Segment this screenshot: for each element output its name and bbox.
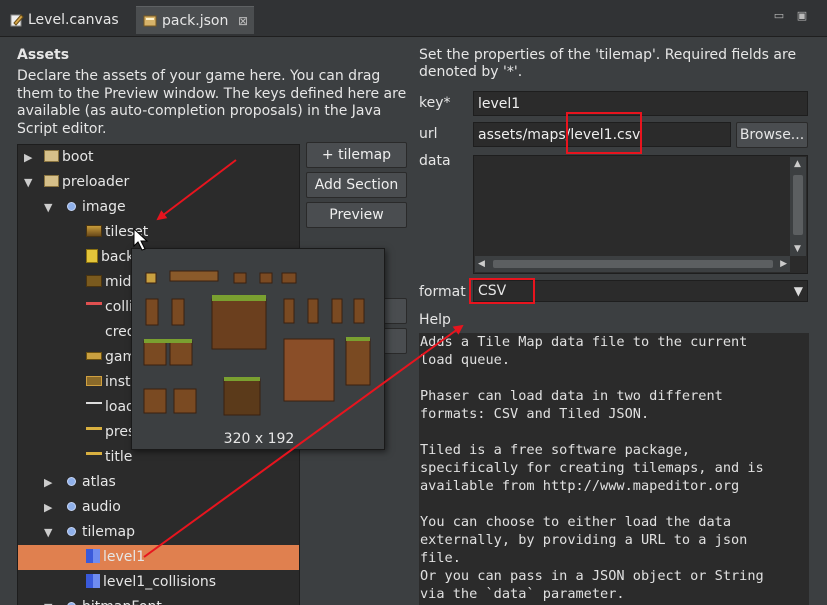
image-icon bbox=[86, 275, 102, 287]
horizontal-scrollbar[interactable]: ◀ ▶ bbox=[475, 256, 790, 272]
tree-item-tilemap[interactable]: tilemap bbox=[67, 520, 135, 545]
preview-button[interactable]: Preview bbox=[306, 202, 407, 228]
expanded-arrow-icon[interactable]: ▼ bbox=[44, 201, 52, 214]
tree-item-audio[interactable]: audio bbox=[67, 495, 121, 520]
scroll-left-icon[interactable]: ◀ bbox=[478, 259, 485, 269]
image-icon bbox=[86, 426, 102, 430]
json-file-icon bbox=[143, 15, 157, 27]
tab-label: Level.canvas bbox=[28, 12, 119, 28]
tree-item-instr[interactable]: instr bbox=[86, 370, 136, 395]
collapsed-arrow-icon[interactable]: ▶ bbox=[44, 501, 52, 514]
tree-label: title bbox=[105, 449, 133, 465]
annotation-box-url bbox=[566, 112, 642, 154]
tree-item-pres[interactable]: pres bbox=[86, 420, 135, 445]
tree-label: audio bbox=[82, 499, 121, 515]
tree-label: colli bbox=[105, 299, 133, 315]
package-icon bbox=[44, 150, 59, 162]
scroll-right-icon[interactable]: ▶ bbox=[780, 259, 787, 269]
tree-label: back bbox=[101, 249, 135, 265]
image-icon bbox=[86, 402, 102, 404]
tree-label: tileset bbox=[105, 224, 149, 240]
scrollbar-thumb[interactable] bbox=[493, 260, 773, 268]
help-text: Adds a Tile Map data file to the current… bbox=[419, 333, 809, 605]
image-icon bbox=[86, 376, 102, 386]
tree-item-boot[interactable]: boot bbox=[44, 145, 94, 170]
tree-label: image bbox=[82, 199, 126, 215]
tree-item-gam[interactable]: gam bbox=[86, 345, 136, 370]
section-icon bbox=[67, 501, 76, 511]
tree-item-level1[interactable]: level1 bbox=[18, 545, 299, 570]
tree-item-level1-collisions[interactable]: level1_collisions bbox=[86, 570, 216, 595]
collapsed-arrow-icon[interactable]: ▶ bbox=[44, 476, 52, 489]
tree-item-bitmapfont[interactable]: bitmapFont bbox=[67, 595, 162, 605]
tree-label: tilemap bbox=[82, 524, 135, 540]
tree-label: atlas bbox=[82, 474, 116, 490]
image-icon bbox=[86, 249, 98, 263]
browse-button[interactable]: Browse... bbox=[736, 122, 808, 148]
image-icon bbox=[86, 451, 102, 455]
section-icon bbox=[67, 526, 76, 536]
image-icon bbox=[86, 225, 102, 237]
add-tilemap-button[interactable]: + tilemap bbox=[306, 142, 407, 168]
tilemap-icon bbox=[86, 549, 100, 563]
annotation-box-format bbox=[469, 278, 535, 304]
tree-item-colli[interactable]: colli bbox=[86, 295, 133, 320]
expanded-arrow-icon[interactable]: ▼ bbox=[44, 601, 52, 605]
tree-item-load[interactable]: load bbox=[86, 395, 135, 420]
tree-item-image[interactable]: image bbox=[67, 195, 126, 220]
expanded-arrow-icon[interactable]: ▼ bbox=[44, 526, 52, 539]
section-icon bbox=[67, 201, 76, 211]
tree-item-back[interactable]: back bbox=[86, 245, 134, 270]
url-label: url bbox=[419, 126, 438, 142]
tilemap-icon bbox=[86, 574, 100, 588]
collapsed-arrow-icon[interactable]: ▶ bbox=[24, 151, 32, 164]
tab-level-canvas[interactable]: Level.canvas bbox=[6, 6, 134, 34]
tree-item-preloader[interactable]: preloader bbox=[44, 170, 129, 195]
help-label: Help bbox=[419, 312, 451, 328]
image-dimensions: 320 x 192 bbox=[223, 431, 295, 447]
tree-item-mid[interactable]: mid bbox=[86, 270, 131, 295]
data-textarea[interactable]: ▲ ▼ ◀ ▶ bbox=[473, 155, 808, 274]
tree-label: preloader bbox=[62, 174, 130, 190]
add-section-button[interactable]: Add Section bbox=[306, 172, 407, 198]
maximize-icon[interactable]: ▣ bbox=[795, 10, 809, 22]
canvas-file-icon bbox=[10, 14, 24, 27]
close-icon[interactable]: ⊠ bbox=[238, 7, 248, 35]
image-icon bbox=[86, 352, 102, 360]
scroll-up-icon[interactable]: ▲ bbox=[794, 159, 801, 169]
scroll-down-icon[interactable]: ▼ bbox=[794, 244, 801, 254]
tree-item-tileset[interactable]: tileset bbox=[86, 220, 148, 245]
key-label: key* bbox=[419, 95, 451, 111]
tileset-image bbox=[143, 270, 371, 416]
assets-description: Declare the assets of your game here. Yo… bbox=[17, 68, 407, 137]
tab-label: pack.json bbox=[162, 13, 229, 29]
properties-intro: Set the properties of the 'tilemap'. Req… bbox=[419, 47, 797, 80]
vertical-scrollbar[interactable]: ▲ ▼ bbox=[790, 157, 806, 256]
tree-label: mid bbox=[105, 274, 132, 290]
tree-label: boot bbox=[62, 149, 94, 165]
tileset-preview-popup: 320 x 192 bbox=[131, 248, 385, 450]
data-label: data bbox=[419, 153, 451, 169]
package-icon bbox=[44, 175, 59, 187]
section-icon bbox=[67, 601, 76, 605]
format-label: format bbox=[419, 284, 466, 300]
image-icon bbox=[86, 301, 102, 305]
assets-heading: Assets bbox=[17, 47, 70, 63]
tree-label: level1_collisions bbox=[103, 574, 217, 590]
minimize-icon[interactable]: ▭ bbox=[772, 10, 786, 22]
scrollbar-thumb[interactable] bbox=[793, 175, 803, 235]
editor-tab-bar: Level.canvas pack.json ⊠ ▭ ▣ bbox=[0, 0, 827, 37]
section-icon bbox=[67, 476, 76, 486]
tree-item-atlas[interactable]: atlas bbox=[67, 470, 116, 495]
tree-label: bitmapFont bbox=[82, 599, 162, 605]
tab-pack-json[interactable]: pack.json ⊠ bbox=[136, 6, 254, 34]
chevron-down-icon: ▼ bbox=[793, 284, 803, 298]
expanded-arrow-icon[interactable]: ▼ bbox=[24, 176, 32, 189]
tree-item-title[interactable]: title bbox=[86, 445, 132, 470]
tree-label: level1 bbox=[103, 549, 146, 565]
